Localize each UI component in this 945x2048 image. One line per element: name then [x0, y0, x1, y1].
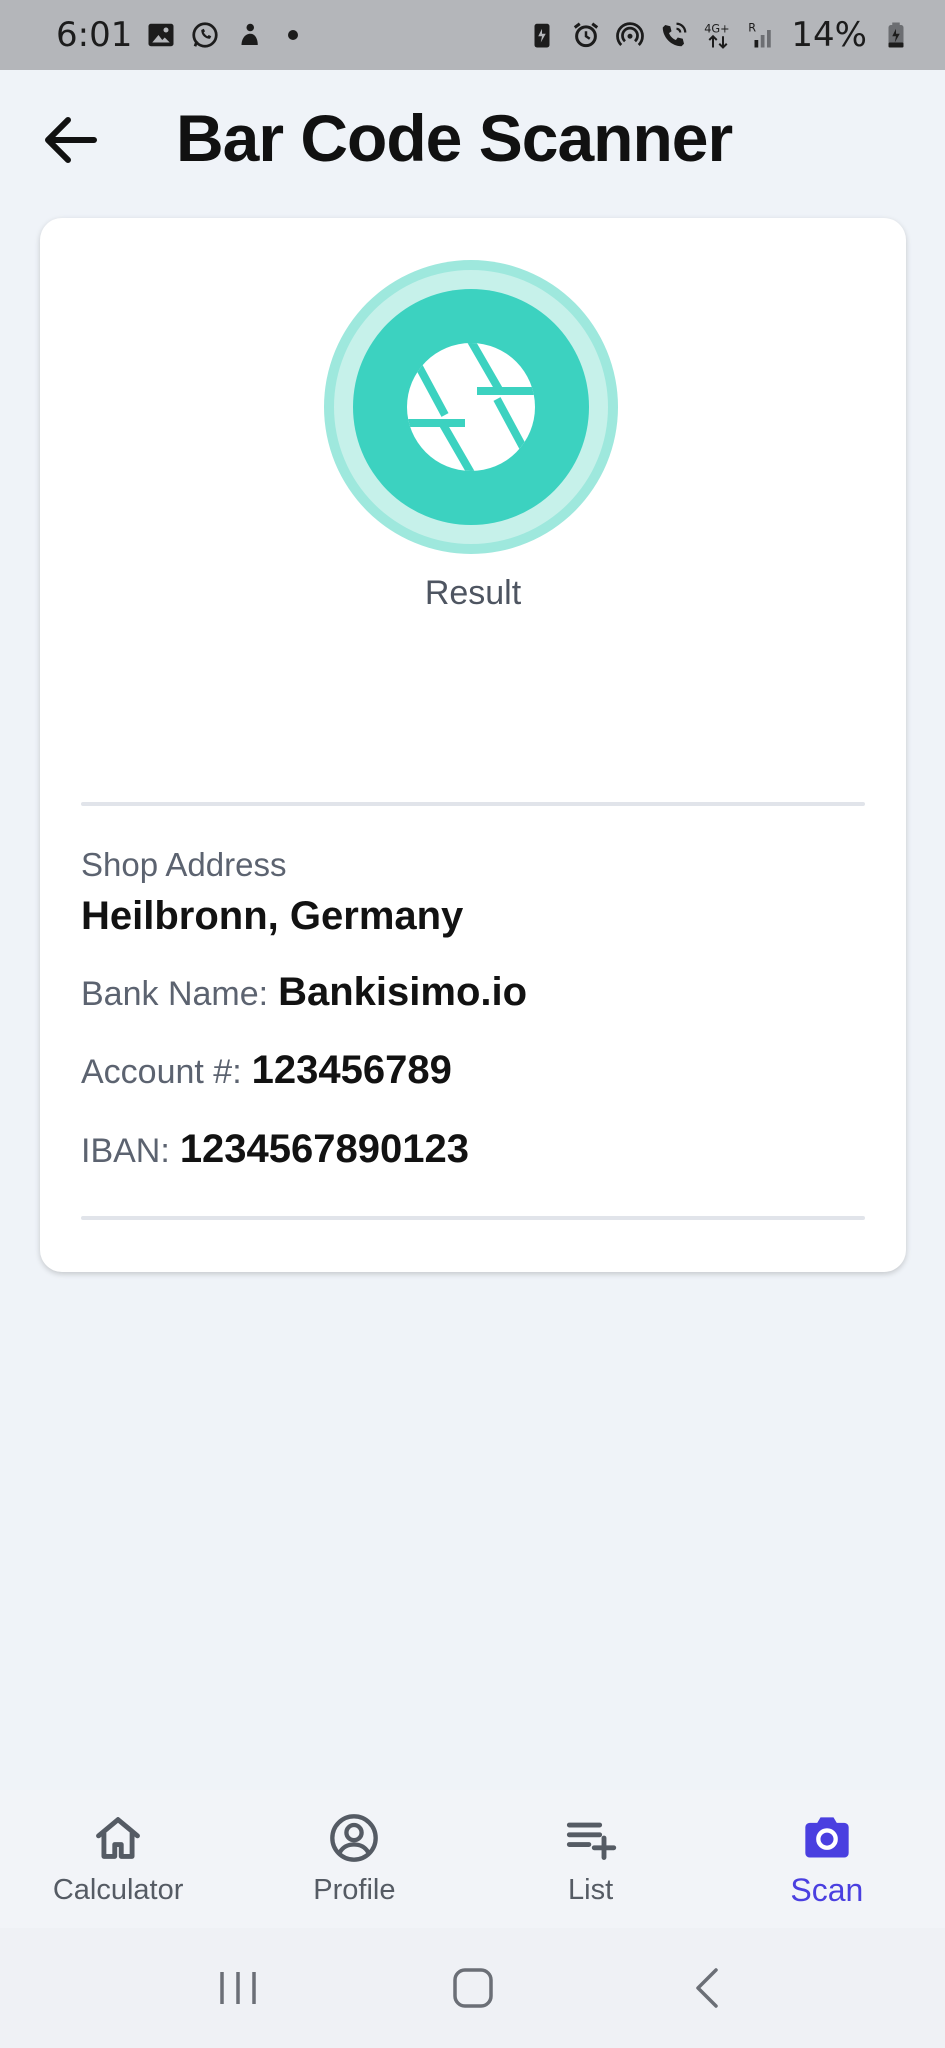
- nav-label-list: List: [568, 1874, 614, 1906]
- battery-percent: 14%: [791, 15, 867, 55]
- result-label: Result: [424, 574, 522, 612]
- alarm-icon: [571, 20, 601, 50]
- svg-text:R: R: [749, 21, 757, 34]
- user-circle-icon: [330, 1814, 379, 1862]
- app-notification-icon: [234, 20, 264, 50]
- app-header: Bar Code Scanner: [0, 70, 945, 210]
- dot-icon: [278, 20, 308, 50]
- battery-icon: [881, 20, 911, 50]
- chevron-left-icon: [695, 1968, 718, 2008]
- divider: [81, 1216, 865, 1220]
- nav-item-list[interactable]: List: [473, 1790, 709, 1928]
- result-icon-badge: [324, 260, 618, 554]
- account-value: 123456789: [251, 1048, 452, 1092]
- recent-apps-icon: [219, 1972, 256, 2004]
- page-title: Bar Code Scanner: [176, 101, 733, 175]
- nav-label-calculator: Calculator: [52, 1874, 184, 1906]
- result-card: Result Shop Address Heilbronn, Germany B…: [40, 218, 906, 1272]
- nav-item-calculator[interactable]: Calculator: [0, 1790, 236, 1928]
- nav-item-scan[interactable]: Scan: [709, 1790, 945, 1928]
- camera-icon: [805, 1817, 849, 1858]
- status-right: 4G+ R 14%: [527, 15, 911, 55]
- status-left: 6:01: [56, 15, 308, 55]
- result-icon-circle: [353, 289, 589, 525]
- divider: [81, 802, 865, 806]
- svg-text:4G+: 4G+: [705, 23, 730, 36]
- iban-row: IBAN: 1234567890123: [81, 1127, 469, 1172]
- playlist-add-icon: [566, 1822, 616, 1860]
- nav-item-profile[interactable]: Profile: [236, 1790, 472, 1928]
- nav-label-profile: Profile: [313, 1874, 396, 1906]
- arrow-left-icon: [45, 117, 97, 163]
- shop-address-value: Heilbronn, Germany: [81, 894, 464, 938]
- wifi-call-icon: [659, 20, 689, 50]
- account-label: Account #:: [81, 1053, 242, 1091]
- signal-icon: R: [747, 20, 777, 50]
- iban-value: 1234567890123: [179, 1127, 470, 1171]
- bank-name-label: Bank Name:: [81, 975, 269, 1013]
- system-nav-bar: [0, 1928, 945, 2048]
- recent-apps-button[interactable]: [198, 1948, 278, 2028]
- battery-saver-icon: [527, 20, 557, 50]
- home-square-icon: [452, 1968, 493, 2008]
- shop-address-label: Shop Address: [81, 846, 287, 883]
- nav-label-scan: Scan: [790, 1872, 864, 1908]
- network-4g-icon: 4G+: [703, 20, 733, 50]
- hotspot-icon: [615, 20, 645, 50]
- camera-aperture-icon: [407, 343, 535, 471]
- result-icon-ring: [334, 270, 608, 544]
- bottom-nav: Calculator Profile List Scan: [0, 1790, 945, 1928]
- status-bar: 6:01 4G+ R 14%: [0, 0, 945, 70]
- bank-name-row: Bank Name: Bankisimo.io: [81, 970, 527, 1015]
- account-row: Account #: 123456789: [81, 1048, 452, 1093]
- whatsapp-icon: [190, 20, 220, 50]
- iban-label: IBAN:: [81, 1132, 170, 1170]
- system-back-button[interactable]: [668, 1948, 748, 2028]
- status-time: 6:01: [56, 15, 133, 55]
- home-icon: [96, 1817, 141, 1859]
- bank-name-value: Bankisimo.io: [278, 970, 528, 1014]
- home-button[interactable]: [433, 1948, 513, 2028]
- back-button[interactable]: [34, 108, 106, 172]
- gallery-icon: [146, 20, 176, 50]
